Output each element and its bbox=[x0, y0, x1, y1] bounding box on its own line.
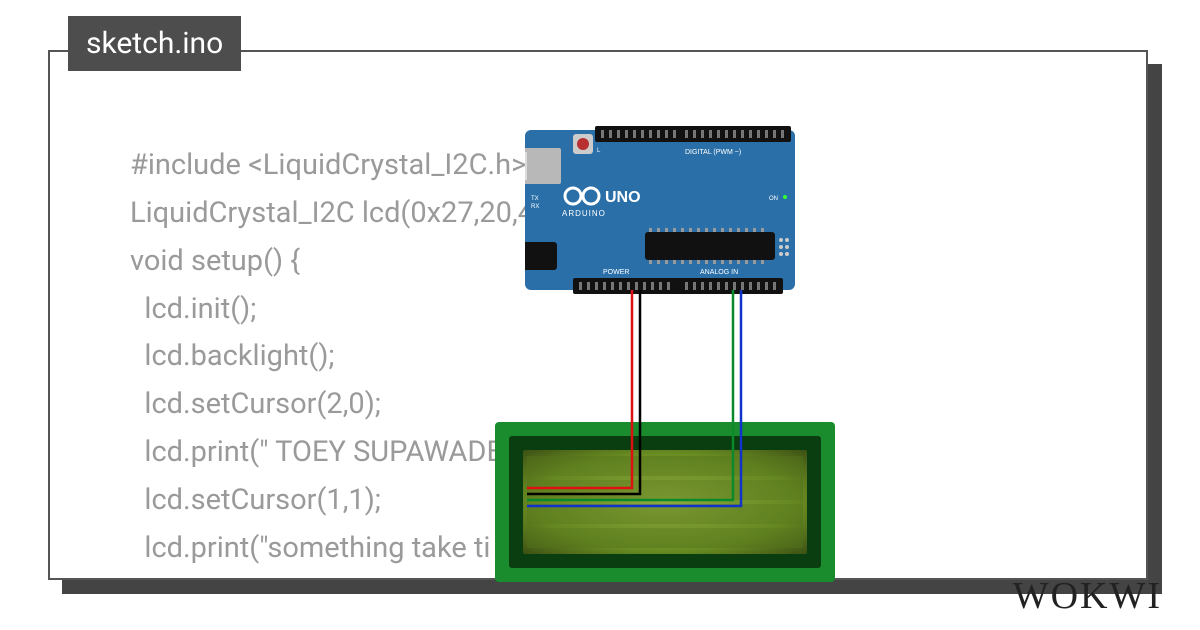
power-header-label: POWER bbox=[603, 269, 629, 276]
digital-header-label: DIGITAL (PWM ~) bbox=[685, 149, 741, 156]
code-line: #include <LiquidCrystal_I2C.h> bbox=[130, 148, 526, 182]
on-label: ON bbox=[769, 196, 778, 202]
analog-header-label: ANALOG IN bbox=[700, 269, 738, 276]
wokwi-brand: WOKWI bbox=[1013, 574, 1162, 618]
file-tab-label: sketch.ino bbox=[86, 26, 223, 61]
editor-card: #include <LiquidCrystal_I2C.h> LiquidCry… bbox=[48, 50, 1148, 580]
code-line: lcd.print(" TOEY SUPAWADE bbox=[130, 435, 503, 469]
tx-label: TX bbox=[531, 196, 539, 202]
code-line: lcd.setCursor(2,0); bbox=[130, 387, 381, 421]
code-line: LiquidCrystal_I2C lcd(0x27,20,4); bbox=[130, 196, 550, 230]
arduino-board-label: UNO bbox=[605, 189, 641, 206]
code-line: lcd.init(); bbox=[130, 292, 256, 326]
arduino-uno-board[interactable]: UNO ARDUINO DIGITAL (PWM ~) POWER ANALOG… bbox=[525, 122, 795, 297]
code-line: void setup() { bbox=[130, 244, 300, 278]
code-line: lcd.setCursor(1,1); bbox=[130, 483, 381, 517]
brand-text: WOKWI bbox=[1013, 575, 1162, 617]
code-editor[interactable]: #include <LiquidCrystal_I2C.h> LiquidCry… bbox=[130, 142, 550, 573]
simulator-area[interactable]: UNO ARDUINO DIGITAL (PWM ~) POWER ANALOG… bbox=[495, 122, 925, 582]
rx-label: RX bbox=[531, 204, 539, 210]
code-line: lcd.print("something take ti bbox=[130, 531, 490, 565]
arduino-brand-label: ARDUINO bbox=[562, 209, 606, 218]
lcd-module[interactable] bbox=[495, 422, 835, 582]
code-line: lcd.backlight(); bbox=[130, 339, 335, 373]
file-tab[interactable]: sketch.ino bbox=[68, 16, 241, 71]
